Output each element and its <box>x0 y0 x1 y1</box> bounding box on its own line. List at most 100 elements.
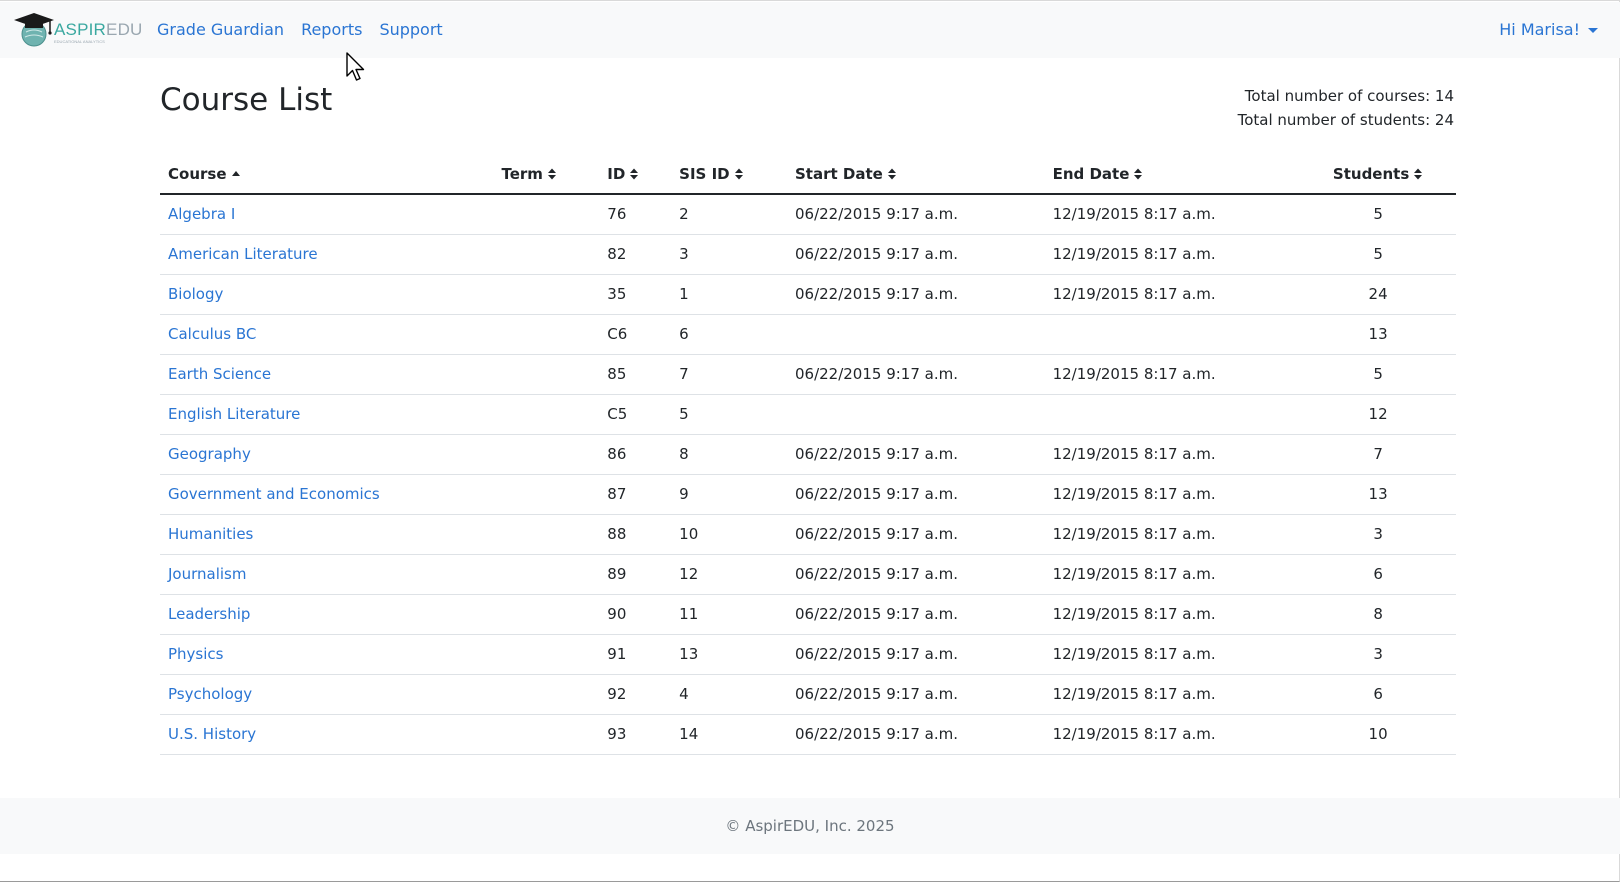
course-link[interactable]: Algebra I <box>168 205 235 223</box>
end-date-cell: 12/19/2015 8:17 a.m. <box>1044 434 1301 475</box>
end-date-cell <box>1044 394 1301 435</box>
end-date-cell: 12/19/2015 8:17 a.m. <box>1044 674 1301 715</box>
students-cell: 5 <box>1300 354 1456 395</box>
students-cell: 8 <box>1300 594 1456 635</box>
course-link[interactable]: Government and Economics <box>168 485 380 503</box>
course-link[interactable]: American Literature <box>168 245 318 263</box>
header-sis-id[interactable]: SIS ID <box>671 154 787 195</box>
brand-name: ASPIREDU <box>54 20 143 39</box>
totals-summary: Total number of courses: 14 Total number… <box>1238 84 1454 132</box>
course-link[interactable]: Journalism <box>168 565 246 583</box>
graduation-cap-icon <box>14 13 54 47</box>
nav-link-support[interactable]: Support <box>379 20 442 39</box>
start-date-cell: 06/22/2015 9:17 a.m. <box>786 194 1045 235</box>
end-date-cell: 12/19/2015 8:17 a.m. <box>1044 234 1301 275</box>
end-date-cell <box>1044 314 1301 355</box>
end-date-cell: 12/19/2015 8:17 a.m. <box>1044 514 1301 555</box>
table-row: Government and Economics 87 9 06/22/2015 9:… <box>160 474 1456 515</box>
sis-id-cell: 8 <box>671 434 787 475</box>
end-date-cell: 12/19/2015 8:17 a.m. <box>1044 354 1301 395</box>
start-date-cell: 06/22/2015 9:17 a.m. <box>786 434 1045 475</box>
sis-id-cell: 13 <box>671 634 787 675</box>
header-id[interactable]: ID <box>599 154 672 195</box>
nav-link-reports[interactable]: Reports <box>301 20 362 39</box>
students-cell: 6 <box>1300 674 1456 715</box>
course-link[interactable]: Biology <box>168 285 223 303</box>
id-cell: 82 <box>599 234 672 275</box>
sis-id-cell: 3 <box>671 234 787 275</box>
id-cell: C5 <box>599 394 672 435</box>
total-students: Total number of students: 24 <box>1237 111 1454 129</box>
course-link[interactable]: Earth Science <box>168 365 271 383</box>
course-table: Course Term ID SIS ID Start Date End Dat… <box>160 154 1456 755</box>
course-cell: Psychology <box>160 674 494 715</box>
sort-asc-icon <box>231 171 240 176</box>
course-link[interactable]: Physics <box>168 645 223 663</box>
sort-icon <box>1414 168 1423 180</box>
term-cell <box>493 634 600 675</box>
sort-icon <box>1134 168 1143 180</box>
students-cell: 13 <box>1300 474 1456 515</box>
start-date-cell: 06/22/2015 9:17 a.m. <box>786 234 1045 275</box>
header-students[interactable]: Students <box>1300 154 1456 195</box>
course-link[interactable]: Calculus BC <box>168 325 256 343</box>
mouse-cursor-icon <box>346 52 365 81</box>
table-row: Biology 35 1 06/22/2015 9:17 a.m. 12/19/2015… <box>160 274 1456 315</box>
header-end-date[interactable]: End Date <box>1044 154 1301 195</box>
course-link[interactable]: English Literature <box>168 405 300 423</box>
table-row: Geography 86 8 06/22/2015 9:17 a.m. 12/19/20… <box>160 434 1456 475</box>
course-cell: Calculus BC <box>160 314 494 355</box>
header-term[interactable]: Term <box>493 154 600 195</box>
students-cell: 13 <box>1300 314 1456 355</box>
caret-down-icon <box>1588 28 1598 33</box>
table-row: Journalism 89 12 06/22/2015 9:17 a.m. 12/19/… <box>160 554 1456 595</box>
sis-id-cell: 5 <box>671 394 787 435</box>
id-cell: 89 <box>599 554 672 595</box>
term-cell <box>493 354 600 395</box>
id-cell: C6 <box>599 314 672 355</box>
brand-logo[interactable]: ASPIREDU EDUCATIONAL ANALYTICS <box>12 10 142 48</box>
term-cell <box>493 674 600 715</box>
top-navbar: ASPIREDU EDUCATIONAL ANALYTICS Grade Gua… <box>0 2 1620 58</box>
students-cell: 24 <box>1300 274 1456 315</box>
term-cell <box>493 594 600 635</box>
end-date-cell: 12/19/2015 8:17 a.m. <box>1044 554 1301 595</box>
end-date-cell: 12/19/2015 8:17 a.m. <box>1044 594 1301 635</box>
course-cell: Government and Economics <box>160 474 494 515</box>
course-link[interactable]: Geography <box>168 445 251 463</box>
header-start-date[interactable]: Start Date <box>786 154 1045 195</box>
course-table-body: Algebra I 76 2 06/22/2015 9:17 a.m. 12/19/20… <box>160 194 1456 755</box>
sis-id-cell: 7 <box>671 354 787 395</box>
term-cell <box>493 314 600 355</box>
term-cell <box>493 234 600 275</box>
students-cell: 5 <box>1300 194 1456 235</box>
end-date-cell: 12/19/2015 8:17 a.m. <box>1044 714 1301 755</box>
course-link[interactable]: U.S. History <box>168 725 256 743</box>
course-cell: Physics <box>160 634 494 675</box>
course-link[interactable]: Psychology <box>168 685 252 703</box>
course-link[interactable]: Humanities <box>168 525 253 543</box>
students-cell: 10 <box>1300 714 1456 755</box>
user-menu-dropdown[interactable]: Hi Marisa! <box>1499 20 1598 39</box>
start-date-cell: 06/22/2015 9:17 a.m. <box>786 674 1045 715</box>
table-row: U.S. History 93 14 06/22/2015 9:17 a.m. 12/1… <box>160 714 1456 755</box>
footer-copyright: © AspirEDU, Inc. 2025 <box>725 817 895 835</box>
start-date-cell <box>786 314 1045 355</box>
table-header-row: Course Term ID SIS ID Start Date End Dat… <box>160 154 1456 195</box>
id-cell: 90 <box>599 594 672 635</box>
sis-id-cell: 6 <box>671 314 787 355</box>
start-date-cell <box>786 394 1045 435</box>
nav-link-grade-guardian[interactable]: Grade Guardian <box>157 20 284 39</box>
course-link[interactable]: Leadership <box>168 605 250 623</box>
term-cell <box>493 514 600 555</box>
table-row: English Literature C5 5 12 <box>160 394 1456 435</box>
table-row: Physics 91 13 06/22/2015 9:17 a.m. 12/19/201… <box>160 634 1456 675</box>
sis-id-cell: 11 <box>671 594 787 635</box>
header-course[interactable]: Course <box>160 154 494 195</box>
table-row: Leadership 90 11 06/22/2015 9:17 a.m. 12/19/… <box>160 594 1456 635</box>
sis-id-cell: 9 <box>671 474 787 515</box>
sis-id-cell: 12 <box>671 554 787 595</box>
sis-id-cell: 1 <box>671 274 787 315</box>
students-cell: 3 <box>1300 634 1456 675</box>
students-cell: 7 <box>1300 434 1456 475</box>
